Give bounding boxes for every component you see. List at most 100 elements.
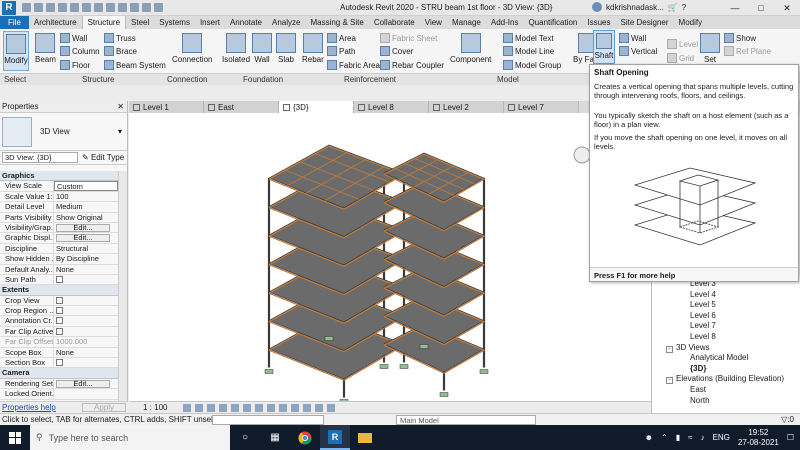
selection-filter[interactable]: ▽:0 xyxy=(781,415,794,424)
fabric-sheet-button[interactable]: Fabric Sheet xyxy=(380,33,437,43)
browser-item[interactable]: Level 5 xyxy=(690,300,716,309)
detail-level-icon[interactable] xyxy=(183,403,192,412)
show-crop-icon[interactable] xyxy=(255,403,264,412)
model-text-button[interactable]: Model Text xyxy=(503,33,554,43)
view-tab[interactable]: Level 1 xyxy=(129,101,204,113)
property-value[interactable]: Edit... xyxy=(54,379,118,388)
beam-button[interactable]: Beam xyxy=(35,33,56,64)
tab-issues[interactable]: Issues xyxy=(582,16,615,29)
file-explorer-icon[interactable] xyxy=(350,425,380,450)
default-3d-icon[interactable] xyxy=(118,3,127,12)
close-icon[interactable]: ✕ xyxy=(117,102,124,111)
revit-taskbar-icon[interactable]: R xyxy=(320,425,350,450)
area-button[interactable]: Area xyxy=(327,33,356,43)
sync-icon[interactable] xyxy=(46,3,55,12)
browser-item[interactable]: Level 7 xyxy=(690,321,716,330)
browser-item[interactable]: North xyxy=(690,396,710,405)
property-value[interactable] xyxy=(54,296,118,305)
browser-item[interactable]: Level 4 xyxy=(690,290,716,299)
browser-item[interactable]: -3D Views xyxy=(666,343,710,353)
text-icon[interactable] xyxy=(106,3,115,12)
properties-help-link[interactable]: Properties help xyxy=(2,403,56,412)
property-value[interactable] xyxy=(54,275,118,284)
browser-item[interactable]: Analytical Model xyxy=(690,353,748,362)
volume-icon[interactable]: ♪ xyxy=(701,433,705,442)
property-checkbox[interactable] xyxy=(56,296,63,304)
opening-wall-button[interactable]: Wall xyxy=(619,33,646,43)
taskbar-search[interactable]: ⚲ Type here to search xyxy=(30,425,230,450)
visual-style-icon[interactable] xyxy=(195,403,204,412)
property-group-extents[interactable]: Extents xyxy=(0,285,118,296)
wifi-icon[interactable]: ≈ xyxy=(688,433,692,442)
model-line-button[interactable]: Model Line xyxy=(503,46,554,56)
connection-button[interactable]: Connection xyxy=(172,33,212,64)
property-value[interactable] xyxy=(54,389,118,398)
save-icon[interactable] xyxy=(34,3,43,12)
cortana-icon[interactable]: ○ xyxy=(230,425,260,450)
reveal-hidden-icon[interactable] xyxy=(291,403,300,412)
fabric-area-button[interactable]: Fabric Area xyxy=(327,60,380,70)
maximize-icon[interactable]: □ xyxy=(748,0,774,16)
tab-modify[interactable]: Modify xyxy=(674,16,708,29)
lock-view-icon[interactable] xyxy=(267,403,276,412)
panel-select[interactable]: Select xyxy=(4,75,26,84)
open-icon[interactable] xyxy=(22,3,31,12)
close-hidden-icon[interactable] xyxy=(154,3,163,12)
print-icon[interactable] xyxy=(82,3,91,12)
wall-button[interactable]: Wall xyxy=(60,33,87,43)
view-tab[interactable]: East xyxy=(204,101,279,113)
shaft-button[interactable]: Shaft xyxy=(593,30,615,64)
view-tab[interactable]: Level 8 xyxy=(354,101,429,113)
view-tab[interactable]: Level 7 xyxy=(504,101,579,113)
grid-button[interactable]: Grid xyxy=(667,53,694,63)
brace-button[interactable]: Brace xyxy=(104,46,137,56)
browser-item[interactable]: Level 6 xyxy=(690,311,716,320)
set-button[interactable]: Set xyxy=(700,33,720,64)
sun-path-icon[interactable] xyxy=(207,403,216,412)
modify-button[interactable]: Modify xyxy=(3,31,29,71)
browser-item[interactable]: East xyxy=(690,385,706,394)
cart-icon[interactable]: 🛒 xyxy=(668,3,678,12)
beam-system-button[interactable]: Beam System xyxy=(104,60,166,70)
people-icon[interactable]: ☻ xyxy=(645,433,653,442)
truss-button[interactable]: Truss xyxy=(104,33,136,43)
property-value[interactable] xyxy=(54,358,118,367)
edit-button[interactable]: Edit... xyxy=(56,224,110,232)
browser-item[interactable]: Level 8 xyxy=(690,332,716,341)
rebar-button[interactable]: Rebar xyxy=(302,33,324,64)
property-value[interactable]: None xyxy=(54,348,118,357)
view-tab[interactable]: Level 2 xyxy=(429,101,504,113)
browser-item[interactable]: {3D} xyxy=(690,364,706,373)
design-option-selector[interactable]: Main Model xyxy=(396,415,536,425)
edit-button[interactable]: Edit... xyxy=(56,380,110,388)
thin-lines-icon[interactable] xyxy=(142,3,151,12)
crop-view-icon[interactable] xyxy=(243,403,252,412)
tab-collaborate[interactable]: Collaborate xyxy=(369,16,420,29)
tab-manage[interactable]: Manage xyxy=(447,16,486,29)
close-icon[interactable]: ✕ xyxy=(774,0,800,16)
isolated-button[interactable]: Isolated xyxy=(222,33,250,64)
property-group-camera[interactable]: Camera xyxy=(0,368,118,379)
property-checkbox[interactable] xyxy=(56,327,63,335)
tab-site-designer[interactable]: Site Designer xyxy=(616,16,674,29)
start-button[interactable] xyxy=(0,425,30,450)
property-value[interactable] xyxy=(54,306,118,315)
property-value[interactable]: Medium xyxy=(54,202,118,211)
property-value[interactable]: None xyxy=(54,265,118,274)
temp-hide-icon[interactable] xyxy=(279,403,288,412)
analytical-model-icon[interactable] xyxy=(315,403,324,412)
floor-button[interactable]: Floor xyxy=(60,60,90,70)
show-button[interactable]: Show xyxy=(724,33,756,43)
shadows-icon[interactable] xyxy=(219,403,228,412)
vertical-button[interactable]: Vertical xyxy=(619,46,657,56)
property-value[interactable] xyxy=(54,327,118,336)
property-value[interactable]: By Discipline xyxy=(54,254,118,263)
view-scale[interactable]: 1 : 100 xyxy=(143,403,167,412)
level-button[interactable]: Level xyxy=(667,39,698,49)
property-value[interactable]: 100 xyxy=(54,192,118,201)
clock[interactable]: 19:52 27-08-2021 xyxy=(738,428,779,448)
notification-icon[interactable]: ☐ xyxy=(787,433,794,442)
ref-plane-button[interactable]: Ref Plane xyxy=(724,46,771,56)
task-view-icon[interactable]: ▦ xyxy=(260,425,290,450)
revit-logo[interactable]: R xyxy=(2,0,16,15)
